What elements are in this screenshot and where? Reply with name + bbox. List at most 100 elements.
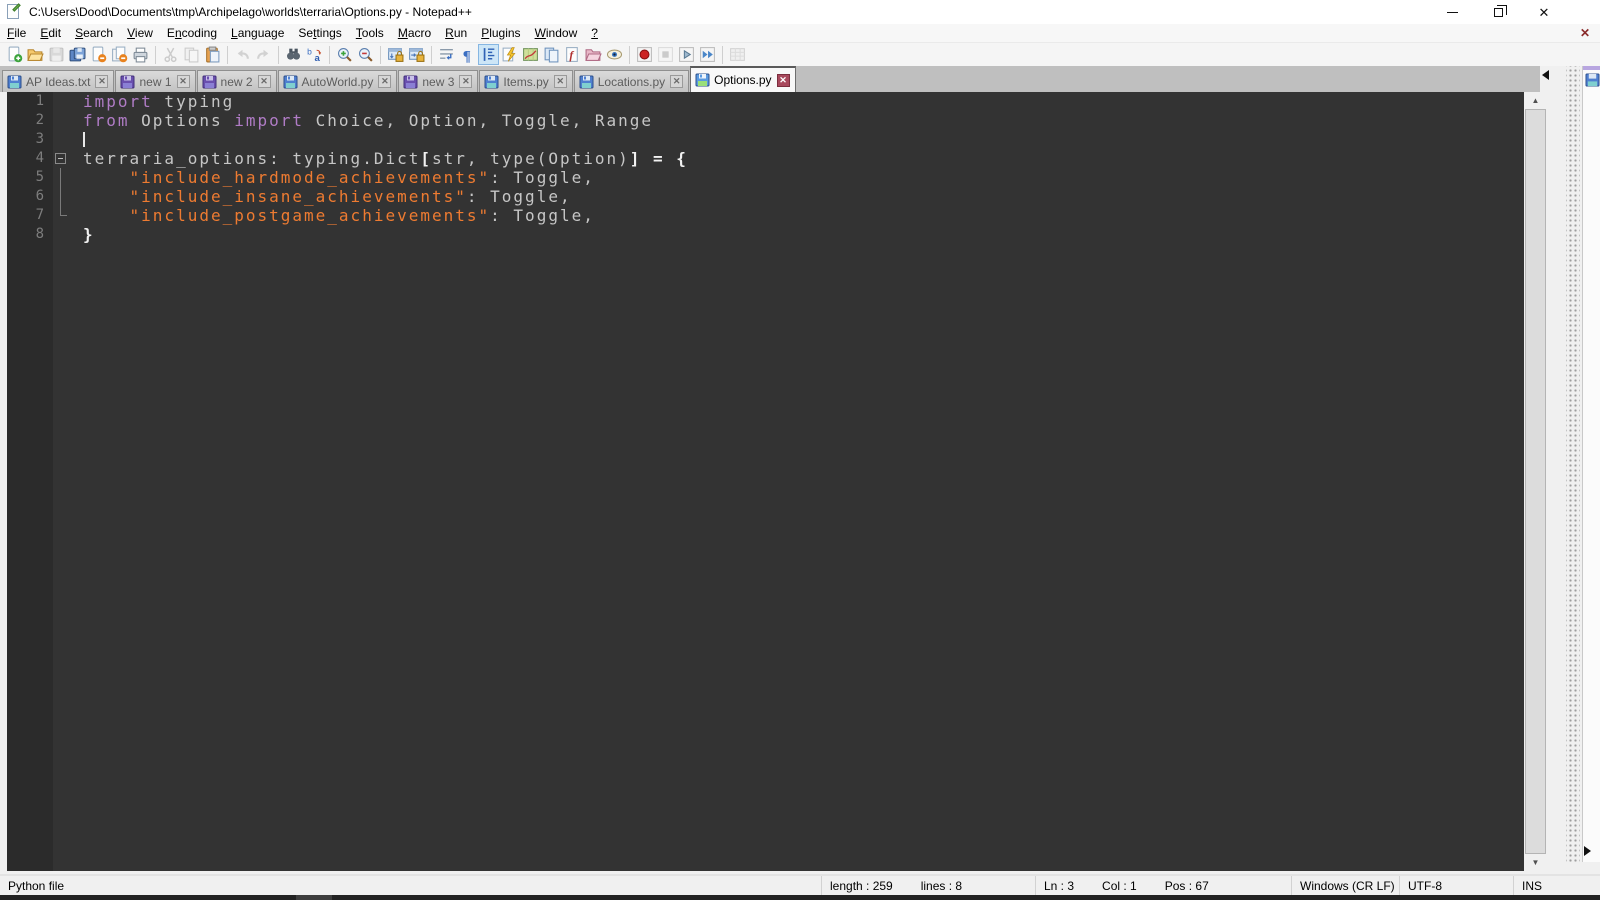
print-icon: [133, 47, 148, 63]
cut-button[interactable]: [160, 44, 181, 65]
document-panel-sliver[interactable]: [1582, 66, 1600, 862]
tab-scroll-left-icon[interactable]: [1542, 70, 1549, 80]
code-line[interactable]: "include_hardmode_achievements": Toggle,: [71, 168, 1524, 187]
tab-close-icon[interactable]: ✕: [670, 75, 684, 88]
code-line[interactable]: "include_postgame_achievements": Toggle,: [71, 206, 1524, 225]
open-file-button[interactable]: [25, 44, 46, 65]
vertical-scrollbar[interactable]: ▲ ▼: [1524, 92, 1547, 871]
tab-new-2[interactable]: new 2 ✕: [196, 70, 277, 92]
code-line[interactable]: import typing: [71, 92, 1524, 111]
tab-new-3[interactable]: new 3 ✕: [398, 70, 479, 92]
code-line[interactable]: terraria_options: typing.Dict[str, type(…: [71, 149, 1524, 168]
replace-button[interactable]: ba: [304, 44, 325, 65]
show-all-characters-button[interactable]: ¶: [457, 44, 478, 65]
menu-tools[interactable]: Tools: [349, 24, 391, 42]
menu-window[interactable]: Window: [528, 24, 585, 42]
document-map-button[interactable]: [520, 44, 541, 65]
code-line[interactable]: from Options import Choice, Option, Togg…: [71, 111, 1524, 130]
save-file-button[interactable]: [46, 44, 67, 65]
tab-close-icon[interactable]: ✕: [257, 75, 271, 88]
menu-view[interactable]: View: [120, 24, 160, 42]
menu-bar: File Edit Search View Encoding Language Settin…: [0, 24, 1600, 43]
status-encoding[interactable]: UTF-8: [1400, 876, 1514, 895]
tab-options-py[interactable]: Options.py ✕: [690, 66, 796, 92]
close-button[interactable]: ✕: [1521, 0, 1567, 24]
tab-autoworld-py[interactable]: AutoWorld.py ✕: [277, 70, 398, 92]
tab-locations-py[interactable]: Locations.py ✕: [573, 70, 690, 92]
tab-new-1[interactable]: new 1 ✕: [115, 70, 196, 92]
status-insert-mode[interactable]: INS: [1514, 876, 1600, 895]
tab-close-icon[interactable]: ✕: [553, 75, 567, 88]
close-all-icon: [112, 46, 128, 63]
macro-record-button[interactable]: [634, 44, 655, 65]
menu-edit[interactable]: Edit: [33, 24, 68, 42]
macro-play-button[interactable]: [676, 44, 697, 65]
tab-items-py[interactable]: Items.py ✕: [479, 70, 573, 92]
close-file-button[interactable]: [88, 44, 109, 65]
show-all-characters-icon: ¶: [463, 48, 471, 63]
tab-close-icon[interactable]: ✕: [378, 75, 392, 88]
function-list-button[interactable]: f: [562, 44, 583, 65]
line-number: 5: [35, 169, 44, 185]
tab-close-icon[interactable]: ✕: [459, 75, 473, 88]
tab-close-icon[interactable]: ✕: [95, 75, 109, 88]
fold-marker[interactable]: [53, 149, 71, 168]
function-completion-button[interactable]: [499, 44, 520, 65]
fold-marker: [53, 130, 71, 149]
menu-search[interactable]: Search: [68, 24, 120, 42]
zoom-in-button[interactable]: [334, 44, 355, 65]
menu-settings[interactable]: Settings: [291, 24, 348, 42]
scroll-down-arrow[interactable]: ▼: [1524, 854, 1547, 871]
code-token-default: : Toggle,: [490, 206, 595, 225]
code-editor[interactable]: 12345678 import typing from Options impor…: [7, 92, 1524, 871]
panel-splitter-grip[interactable]: [1566, 66, 1580, 862]
status-eol-format[interactable]: Windows (CR LF): [1292, 876, 1400, 895]
tab-label: new 1: [139, 74, 172, 89]
code-line[interactable]: [71, 130, 1524, 149]
fold-collapse-icon[interactable]: [55, 153, 66, 164]
code-token-string: "include_insane_achievements": [129, 187, 467, 206]
close-document-icon[interactable]: ✕: [1578, 26, 1592, 40]
fold-margin[interactable]: [53, 92, 71, 871]
monitoring-button[interactable]: [604, 44, 625, 65]
find-button[interactable]: [283, 44, 304, 65]
word-wrap-button[interactable]: [436, 44, 457, 65]
close-all-button[interactable]: [109, 44, 130, 65]
new-file-button[interactable]: [4, 44, 25, 65]
code-area[interactable]: import typing from Options import Choice,…: [71, 92, 1524, 871]
scroll-up-arrow[interactable]: ▲: [1524, 92, 1547, 109]
panel-scroll-right-icon[interactable]: [1584, 846, 1591, 856]
redo-button[interactable]: [253, 44, 274, 65]
restore-button[interactable]: [1475, 0, 1521, 24]
folder-as-workspace-button[interactable]: [583, 44, 604, 65]
print-button[interactable]: [130, 44, 151, 65]
sync-vertical-button[interactable]: [385, 44, 406, 65]
macro-stop-button[interactable]: [655, 44, 676, 65]
menu-encoding[interactable]: Encoding: [160, 24, 224, 42]
scrollbar-thumb[interactable]: [1525, 109, 1546, 854]
code-line[interactable]: "include_insane_achievements": Toggle,: [71, 187, 1524, 206]
copy-button[interactable]: [181, 44, 202, 65]
macro-run-multiple-button[interactable]: [697, 44, 718, 65]
minimize-button[interactable]: [1429, 0, 1475, 24]
sync-horizontal-button[interactable]: [406, 44, 427, 65]
menu-language[interactable]: Language: [224, 24, 291, 42]
tab-close-icon[interactable]: ✕: [176, 75, 190, 88]
menu-help[interactable]: ?: [584, 24, 605, 42]
save-all-button[interactable]: [67, 44, 88, 65]
macro-save-button[interactable]: [727, 44, 748, 65]
tab-ap-ideas-txt[interactable]: AP Ideas.txt ✕: [2, 70, 115, 92]
menu-file[interactable]: File: [0, 24, 33, 42]
zoom-out-button[interactable]: [355, 44, 376, 65]
code-token-default: : Toggle,: [466, 187, 572, 206]
menu-macro[interactable]: Macro: [391, 24, 438, 42]
tab-close-icon[interactable]: ✕: [776, 73, 790, 87]
indent-guide-button[interactable]: [478, 44, 499, 65]
document-list-button[interactable]: [541, 44, 562, 65]
menu-plugins[interactable]: Plugins: [474, 24, 527, 42]
undo-button[interactable]: [232, 44, 253, 65]
code-line[interactable]: }: [71, 225, 1524, 244]
paste-button[interactable]: [202, 44, 223, 65]
tab-label: new 3: [422, 74, 455, 89]
menu-run[interactable]: Run: [438, 24, 474, 42]
